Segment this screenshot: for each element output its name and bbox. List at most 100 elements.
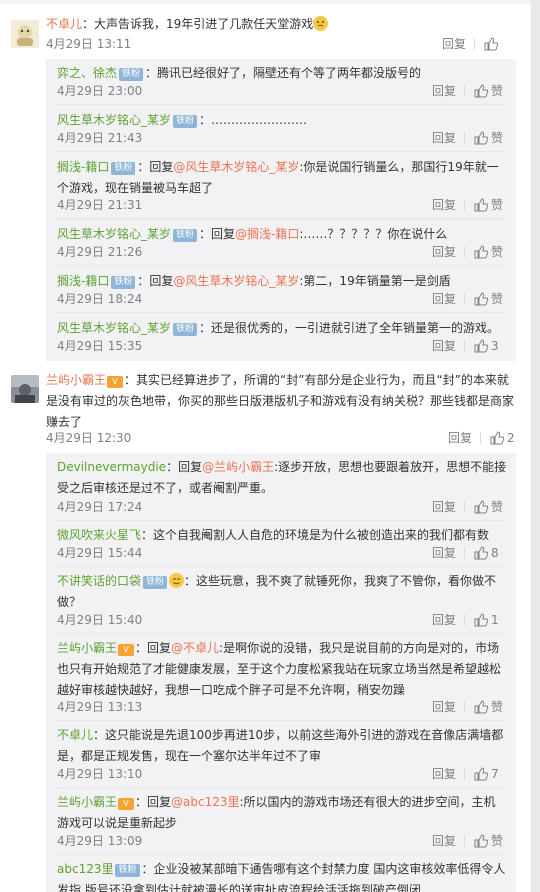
reply-author[interactable]: 风生草木岁铭心_某岁 bbox=[57, 321, 171, 335]
reply-meta: 4月29日 18:24 回复 赞 bbox=[57, 289, 507, 309]
reply-author[interactable]: 弈之、徐杰 bbox=[57, 66, 117, 80]
fan-badge: 铁粉 bbox=[111, 276, 136, 289]
like-button[interactable]: 赞 bbox=[474, 697, 503, 717]
reply-author[interactable]: abc123里 bbox=[57, 862, 113, 876]
reply-button[interactable]: 回复 bbox=[432, 289, 456, 309]
timestamp: 4月29日 23:00 bbox=[57, 84, 143, 98]
like-button[interactable]: 2 bbox=[490, 428, 515, 448]
like-button[interactable]: 7 bbox=[474, 764, 499, 784]
timestamp: 4月29日 21:43 bbox=[57, 131, 143, 145]
reply-meta: 4月29日 13:10 回复 7 bbox=[57, 764, 507, 784]
reply-button[interactable]: 回复 bbox=[432, 764, 456, 784]
reply-item: abc123里 铁粉 ：企业没被某部暗下通告哪有这个封禁力度 国内这审核效率低得令人… bbox=[57, 859, 507, 892]
timestamp: 4月29日 13:09 bbox=[57, 834, 143, 848]
reply-button[interactable]: 回复 bbox=[432, 242, 456, 262]
comment: 兰屿小霸王 V ：其实已经算进步了，所谓的“封”有部分是企业行为，而且“封”的本来就… bbox=[46, 370, 516, 433]
reply-author[interactable]: 风生草木岁铭心_某岁 bbox=[57, 113, 171, 127]
thumbs-up-icon bbox=[474, 245, 489, 259]
fan-badge: 铁粉 bbox=[143, 576, 168, 589]
like-button[interactable]: 3 bbox=[474, 336, 499, 356]
fan-badge: 铁粉 bbox=[119, 68, 144, 81]
reply-button[interactable]: 回复 bbox=[432, 81, 456, 101]
reply-prefix: ：回复 bbox=[199, 227, 236, 241]
comment: 不卓儿：大声告诉我，19年引进了几款任天堂游戏 bbox=[46, 14, 520, 35]
timestamp: 4月29日 13:10 bbox=[57, 767, 143, 781]
reply-prefix: ：回复 bbox=[137, 274, 174, 288]
reply-author[interactable]: 不卓儿 bbox=[57, 728, 93, 742]
reply-author[interactable]: Devilnevermaydie bbox=[57, 460, 166, 474]
reply-author[interactable]: 兰屿小霸王 bbox=[57, 641, 117, 655]
timestamp: 4月29日 21:26 bbox=[57, 245, 143, 259]
reply-author[interactable]: 风生草木岁铭心_某岁 bbox=[57, 227, 171, 241]
fan-badge: 铁粉 bbox=[173, 115, 198, 128]
mention-link[interactable]: @搁浅-籍口 bbox=[235, 227, 299, 241]
like-button[interactable]: 赞 bbox=[474, 81, 503, 101]
reply-item: 兰屿小霸王 V ：回复@不卓儿:是啊你说的没错，我只是说目前的方向是对的，市场也只有… bbox=[57, 638, 507, 701]
fan-badge: 铁粉 bbox=[111, 162, 136, 175]
reply-button[interactable]: 回复 bbox=[432, 697, 456, 717]
timestamp: 4月29日 13:11 bbox=[46, 37, 132, 51]
reply-button[interactable]: 回复 bbox=[432, 128, 456, 148]
reply-button[interactable]: 回复 bbox=[432, 543, 456, 563]
like-button[interactable]: 赞 bbox=[474, 831, 503, 851]
scrollbar-track[interactable] bbox=[531, 0, 540, 892]
timestamp: 4月29日 12:30 bbox=[46, 431, 132, 445]
reply-item: 不卓儿：这只能说是先退100步再进10步，以前这些海外引进的游戏在音像店满墙都是… bbox=[57, 725, 507, 767]
thumbs-up-icon bbox=[474, 339, 489, 353]
avatar[interactable] bbox=[11, 375, 39, 403]
reply-prefix: ：回复 bbox=[166, 460, 203, 474]
like-count: 赞 bbox=[491, 834, 504, 848]
like-button[interactable]: 赞 bbox=[474, 242, 503, 262]
like-button[interactable]: 8 bbox=[474, 543, 499, 563]
mention-link[interactable]: @兰屿小霸王 bbox=[202, 460, 274, 474]
like-button[interactable]: 赞 bbox=[474, 128, 503, 148]
like-count: 7 bbox=[491, 767, 499, 781]
reply-meta: 4月29日 13:13 回复 赞 bbox=[57, 697, 507, 717]
like-count: 2 bbox=[507, 431, 515, 445]
reply-button[interactable]: 回复 bbox=[432, 336, 456, 356]
like-button[interactable]: 赞 bbox=[474, 195, 503, 215]
reply-button[interactable]: 回复 bbox=[442, 34, 466, 54]
comment-author[interactable]: 兰屿小霸王 bbox=[46, 373, 106, 387]
like-button[interactable]: 1 bbox=[474, 610, 499, 630]
like-count: 赞 bbox=[491, 84, 504, 98]
emoji-icon bbox=[169, 573, 185, 588]
reply-author[interactable]: 搁浅-籍口 bbox=[57, 274, 109, 288]
reply-meta: 4月29日 21:43 回复 赞 bbox=[57, 128, 507, 148]
reply-meta: 4月29日 17:24 回复 赞 bbox=[57, 497, 507, 517]
comment-meta: 4月29日 12:30 回复 2 bbox=[46, 428, 516, 448]
vip-icon: V bbox=[107, 376, 124, 388]
mention-link[interactable]: @风生草木岁铭心_某岁 bbox=[173, 160, 299, 174]
avatar[interactable] bbox=[11, 20, 39, 48]
reply-author[interactable]: 兰屿小霸王 bbox=[57, 795, 117, 809]
reply-button[interactable]: 回复 bbox=[448, 428, 472, 448]
reply-meta: 4月29日 21:26 回复 赞 bbox=[57, 242, 507, 262]
like-button[interactable]: 赞 bbox=[474, 497, 503, 517]
reply-meta: 4月29日 15:35 回复 3 bbox=[57, 336, 507, 356]
like-count: 赞 bbox=[491, 198, 504, 212]
reply-author[interactable]: 搁浅-籍口 bbox=[57, 160, 109, 174]
timestamp: 4月29日 15:44 bbox=[57, 546, 143, 560]
fan-badge: 铁粉 bbox=[115, 864, 140, 877]
reply-meta: 4月29日 21:31 回复 赞 bbox=[57, 195, 507, 215]
mention-link[interactable]: @风生草木岁铭心_某岁 bbox=[173, 274, 299, 288]
thumbs-up-icon bbox=[490, 431, 505, 445]
thumbs-up-icon bbox=[474, 834, 489, 848]
reply-meta: 4月29日 15:44 回复 8 bbox=[57, 543, 507, 563]
mention-link[interactable]: @不卓儿 bbox=[171, 641, 219, 655]
reply-button[interactable]: 回复 bbox=[432, 195, 456, 215]
like-count: 赞 bbox=[491, 131, 504, 145]
like-count: 8 bbox=[491, 546, 499, 560]
reply-item: 搁浅-籍口 铁粉 ：回复@风生草木岁铭心_某岁:你是说国行销量么，那国行19年就一个… bbox=[57, 157, 507, 199]
thumbs-up-icon bbox=[474, 84, 489, 98]
reply-text: :第二，19年销量第一是剑盾 bbox=[299, 274, 451, 288]
comment-author[interactable]: 不卓儿 bbox=[46, 17, 82, 31]
reply-button[interactable]: 回复 bbox=[432, 610, 456, 630]
timestamp: 4月29日 21:31 bbox=[57, 198, 143, 212]
reply-button[interactable]: 回复 bbox=[432, 497, 456, 517]
reply-button[interactable]: 回复 bbox=[432, 831, 456, 851]
reply-author[interactable]: 不讲笑话的口袋 bbox=[57, 574, 141, 588]
like-button[interactable]: 赞 bbox=[474, 289, 503, 309]
reply-author[interactable]: 微风吹来火星飞 bbox=[57, 528, 141, 542]
mention-link[interactable]: @abc123里 bbox=[171, 795, 239, 809]
